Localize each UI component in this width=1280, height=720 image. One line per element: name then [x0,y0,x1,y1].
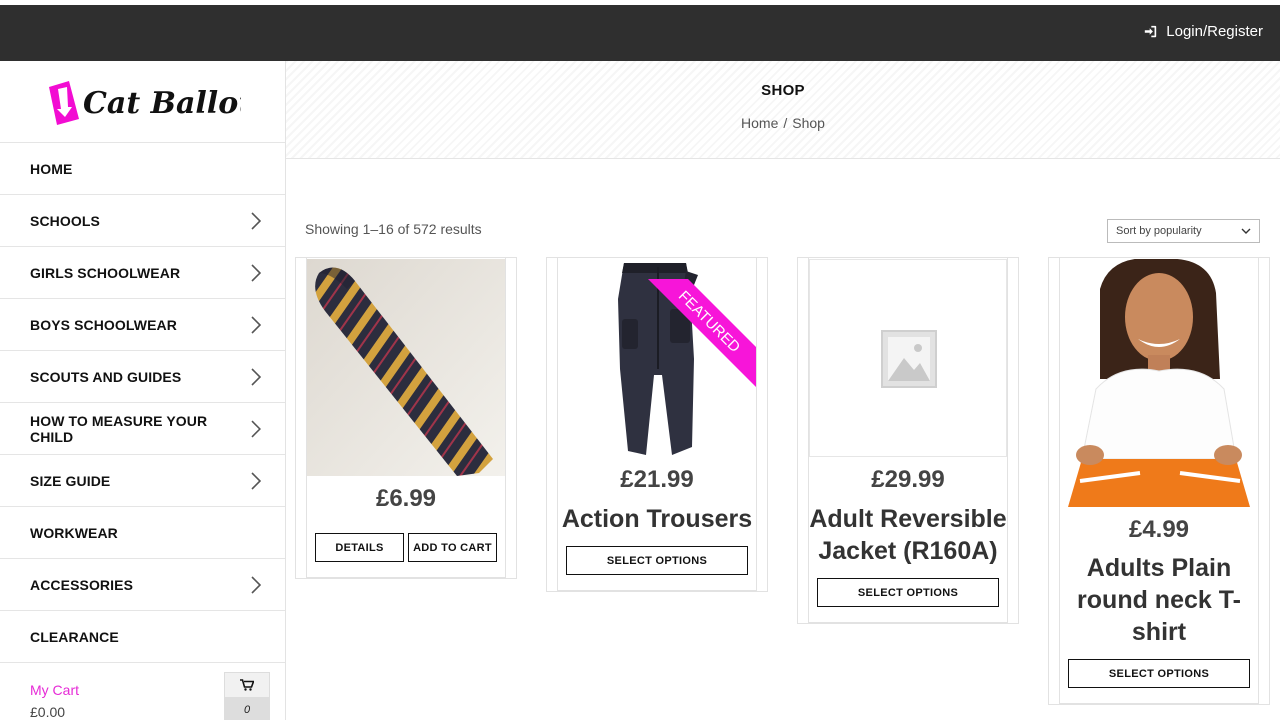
sidebar: Cat Ballou HOME SCHOOLS GIRLS SCHOOLWEAR… [0,61,286,720]
chevron-down-icon [1241,228,1251,234]
sidebar-item-label: SIZE GUIDE [30,472,111,489]
details-button[interactable]: DETAILS [315,533,404,562]
select-options-button[interactable]: SELECT OPTIONS [1068,659,1250,688]
sidebar-item-label: ACCESSORIES [30,576,134,593]
sidebar-item-scouts-and-guides[interactable]: SCOUTS AND GUIDES [0,351,285,403]
product-image[interactable]: FEATURED [558,259,756,457]
product-name[interactable]: Action Trousers [547,503,767,535]
sidebar-item-size-guide[interactable]: SIZE GUIDE [0,455,285,507]
sidebar-item-boys-schoolwear[interactable]: BOYS SCHOOLWEAR [0,299,285,351]
sidebar-item-label: CLEARANCE [30,628,119,645]
featured-ribbon-shape: FEATURED [648,279,756,387]
sidebar-item-workwear[interactable]: WORKWEAR [0,507,285,559]
top-bar: Login/Register [0,5,1280,61]
sidebar-item-label: HOME [30,160,73,177]
result-count: Showing 1–16 of 572 results [305,221,482,237]
product-name[interactable]: Adults Plain round neck T- shirt [1049,552,1269,648]
sidebar-item-accessories[interactable]: ACCESSORIES [0,559,285,611]
chevron-right-icon[interactable] [251,315,261,334]
shopping-cart-icon [240,679,254,691]
sidebar-item-label: BOYS SCHOOLWEAR [30,316,177,333]
product-name[interactable]: Adult Reversible Jacket (R160A) [798,503,1018,567]
product-image[interactable] [809,259,1007,457]
featured-ribbon: FEATURED [648,279,756,387]
cart-button[interactable] [224,672,270,698]
cart-count-badge: 0 [224,698,270,720]
product-price: £6.99 [375,485,437,512]
sidebar-item-label: SCOUTS AND GUIDES [30,368,182,385]
product-card: £29.99 Adult Reversible Jacket (R160A) S… [797,257,1019,624]
chevron-right-icon[interactable] [251,420,261,438]
product-name-line: Jacket (R160A) [818,537,998,565]
product-image[interactable] [1060,259,1258,507]
cart-total: £0.00 [30,704,66,720]
sort-selected-value: Sort by popularity [1116,225,1202,237]
chevron-right-icon[interactable] [251,367,261,386]
sidebar-item-label: HOW TO MEASURE YOUR CHILD [30,412,208,445]
product-card: £6.99 DETAILS ADD TO CART [295,257,517,579]
chevron-right-icon[interactable] [251,471,261,490]
sidebar-item-girls-schoolwear[interactable]: GIRLS SCHOOLWEAR [0,247,285,299]
product-card: FEATURED £21.99 Action Trousers SELECT O… [546,257,768,592]
product-name-line: Adult Reversible [809,505,1007,533]
sidebar-item-home[interactable]: HOME [0,143,285,195]
site-logo[interactable]: Cat Ballou [0,61,285,143]
chevron-right-icon[interactable] [251,211,261,230]
sidebar-item-clearance[interactable]: CLEARANCE [0,611,285,663]
mini-cart: My Cart £0.00 0 [0,663,285,720]
add-to-cart-button[interactable]: ADD TO CART [408,533,497,562]
page-header: SHOP Home / Shop [286,61,1280,159]
svg-text:Cat Ballou: Cat Ballou [83,86,241,121]
striped-tie-image [307,259,505,476]
page-title: SHOP [761,82,805,99]
select-options-button[interactable]: SELECT OPTIONS [817,578,999,607]
cart-title[interactable]: My Cart [30,682,79,698]
placeholder-image-icon [810,260,1006,456]
sidebar-item-schools[interactable]: SCHOOLS [0,195,285,247]
product-name-line: Adults Plain [1086,554,1232,582]
product-name-line: shirt [1131,618,1187,646]
product-name-line: round neck T- [1077,586,1241,614]
product-price: £29.99 [871,466,945,493]
product-card: £4.99 Adults Plain round neck T- shirt S… [1048,257,1270,705]
sort-select[interactable]: Sort by popularity [1107,219,1260,243]
sidebar-item-label: SCHOOLS [30,212,100,229]
login-register-link[interactable]: Login/Register [1144,23,1263,40]
product-price: £4.99 [1128,516,1190,543]
sidebar-item-label: WORKWEAR [30,524,118,541]
sidebar-item-how-to-measure[interactable]: HOW TO MEASURE YOUR CHILD [0,403,285,455]
select-options-button[interactable]: SELECT OPTIONS [566,546,748,575]
sidebar-item-label: GIRLS SCHOOLWEAR [30,264,181,281]
breadcrumb: Home / Shop [286,115,1280,131]
chevron-right-icon[interactable] [251,263,261,282]
product-image[interactable] [307,259,505,476]
breadcrumb-home-link[interactable]: Home [741,115,778,131]
sign-in-icon [1145,25,1157,38]
featured-badge-text: FEATURED [675,288,744,357]
cat-ballou-logo: Cat Ballou [48,80,241,125]
chevron-right-icon[interactable] [251,575,261,594]
breadcrumb-current: Shop [792,115,825,131]
product-price: £21.99 [620,466,694,493]
login-register-label: Login/Register [1166,23,1263,40]
plain-tshirt-model-image [1060,259,1258,507]
breadcrumb-separator: / [783,115,788,131]
